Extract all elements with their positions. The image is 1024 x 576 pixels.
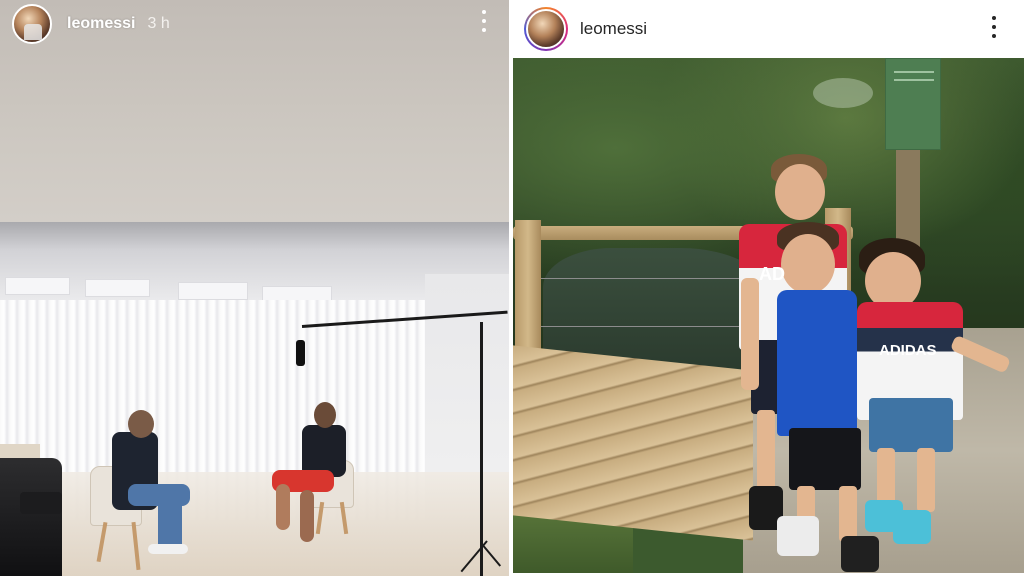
- kid-leg: [757, 410, 775, 490]
- post-panel: leomessi AD ADIDAS: [511, 0, 1024, 576]
- ceiling-light: [85, 279, 150, 297]
- microphone: [296, 340, 305, 366]
- kid-shoe: [893, 510, 931, 544]
- kid-leg: [917, 448, 935, 512]
- video-camera: [0, 458, 62, 576]
- trail-sign: [885, 58, 941, 150]
- interviewer-shoes: [148, 544, 188, 554]
- more-vertical-icon[interactable]: [477, 10, 491, 32]
- story-avatar[interactable]: [12, 4, 52, 44]
- kid-shorts: [869, 398, 953, 452]
- kid-leg: [877, 448, 895, 508]
- story-timestamp: 3 h: [147, 15, 170, 32]
- shirt-print: ADIDAS: [879, 342, 937, 359]
- sky-gap: [813, 78, 873, 108]
- post-username[interactable]: leomessi: [580, 19, 647, 39]
- messi-leg: [300, 490, 314, 542]
- story-image-interview: [0, 222, 509, 576]
- interviewer-head: [128, 410, 154, 438]
- post-image-kids[interactable]: AD ADIDAS: [513, 58, 1024, 573]
- kid-shorts: [789, 428, 861, 490]
- kid-leg: [839, 486, 857, 542]
- post-header: leomessi: [511, 0, 1024, 57]
- kid-arm: [741, 278, 759, 390]
- story-header: leomessi 3 h: [12, 4, 499, 44]
- story-panel: leomessi 3 h: [0, 0, 509, 576]
- shirt-print: AD: [759, 264, 785, 284]
- wooden-bridge: [513, 345, 753, 541]
- more-vertical-icon[interactable]: [990, 16, 998, 38]
- post-avatar[interactable]: [524, 6, 568, 51]
- floor: [0, 472, 509, 576]
- kid-shoe: [777, 516, 819, 556]
- kid-head: [781, 234, 835, 294]
- messi-leg: [276, 484, 290, 530]
- ceiling-light: [5, 277, 70, 295]
- interviewer-shins: [158, 490, 182, 552]
- avatar-image: [526, 8, 566, 49]
- kid-shoe: [841, 536, 879, 572]
- story-username[interactable]: leomessi: [67, 15, 135, 33]
- ceiling-light: [178, 282, 248, 300]
- kid-shirt-blue: [777, 290, 857, 436]
- kid-head: [775, 164, 825, 220]
- messi-head: [314, 402, 336, 428]
- camera-lens: [20, 492, 62, 514]
- mic-stand: [480, 322, 483, 576]
